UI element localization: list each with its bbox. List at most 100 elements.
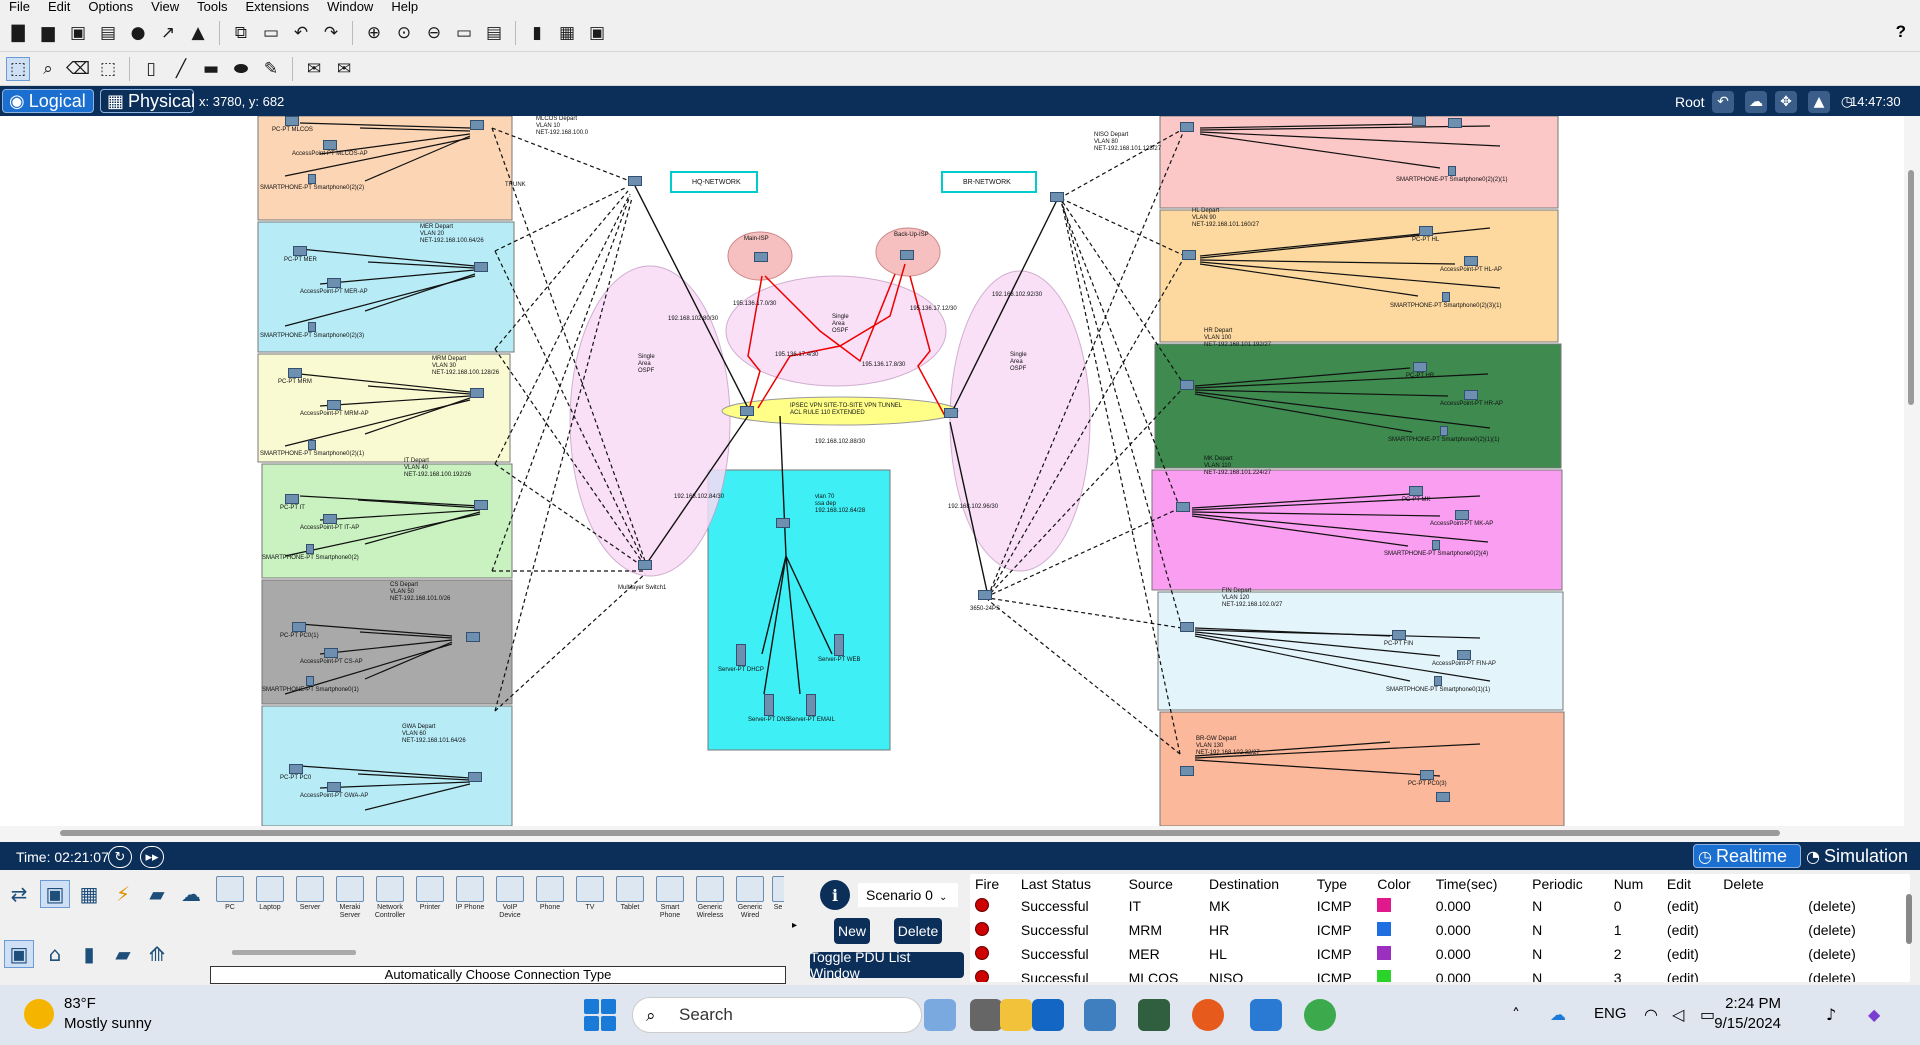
tab-physical[interactable]: ▦ Physical: [100, 89, 195, 113]
br-dept-0-phone[interactable]: SMARTPHONE-PT Smartphone0(2)(2)(1): [1396, 166, 1507, 184]
zoom-reset-icon[interactable]: ⊙: [392, 21, 416, 45]
br-dept-0-switch[interactable]: [1180, 122, 1194, 133]
ellipse-icon[interactable]: ⬬: [229, 57, 253, 81]
print-icon[interactable]: ▤: [96, 21, 120, 45]
weather-sun-icon[interactable]: [24, 999, 54, 1029]
industrial-subcategory-icon[interactable]: ▰: [108, 940, 138, 968]
menu-extensions[interactable]: Extensions: [236, 0, 318, 13]
file-explorer-icon[interactable]: [924, 999, 956, 1031]
device-phone[interactable]: Phone: [532, 876, 568, 918]
vertical-scroll-thumb[interactable]: [1908, 170, 1914, 405]
device-printer[interactable]: Printer: [412, 876, 448, 918]
inspect-icon[interactable]: ⌕: [36, 57, 60, 81]
device-generic-wireless[interactable]: Generic Wireless: [692, 876, 728, 919]
hq-dept-1-ap[interactable]: AccessPoint-PT MER-AP: [300, 278, 368, 296]
activity-wizard-icon[interactable]: ▲: [186, 21, 210, 45]
power-cycle-icon[interactable]: ↻: [108, 846, 132, 868]
pdu-edit-link[interactable]: (edit): [1662, 966, 1718, 982]
device-voip[interactable]: VoIP Device: [492, 876, 528, 919]
backup-isp-router[interactable]: [900, 250, 914, 261]
cluster-icon[interactable]: ▦: [555, 21, 579, 45]
fire-icon[interactable]: [975, 921, 989, 936]
line-icon[interactable]: ╱: [169, 57, 193, 81]
zoom-in-icon[interactable]: ⊕: [362, 21, 386, 45]
new-icon[interactable]: ▇: [6, 21, 30, 45]
hq-dept-0-switch[interactable]: [470, 120, 484, 131]
info-icon[interactable]: ●: [126, 21, 150, 45]
menu-view[interactable]: View: [142, 0, 188, 13]
fire-icon[interactable]: [975, 897, 989, 912]
copilot-icon[interactable]: ◆: [1868, 1005, 1880, 1024]
hq-dept-4-pc[interactable]: PC-PT PC0(1): [280, 622, 319, 640]
table-row[interactable]: Successful MER HL ICMP 0.000 N 2 (edit) …: [970, 942, 1910, 966]
text-file-icon[interactable]: ▮: [525, 21, 549, 45]
scenario-new-button[interactable]: New: [834, 918, 870, 944]
end-devices-subcategory-icon[interactable]: ▣: [4, 940, 34, 968]
move-object-icon[interactable]: ✥: [1775, 91, 1797, 113]
menu-help[interactable]: Help: [382, 0, 427, 13]
complex-pdu-icon[interactable]: ✉: [332, 57, 356, 81]
network-wizard-icon[interactable]: ↗: [156, 21, 180, 45]
simple-pdu-icon[interactable]: ✉: [302, 57, 326, 81]
taskbar-date[interactable]: 9/15/2024: [1700, 1015, 1781, 1032]
hq-dept-2-switch[interactable]: [470, 388, 484, 399]
tab-logical[interactable]: ◉ Logical: [2, 89, 94, 113]
horizontal-scroll-thumb[interactable]: [60, 830, 1780, 836]
folder-icon[interactable]: [1000, 999, 1032, 1031]
br-dept-4-phone[interactable]: SMARTPHONE-PT Smartphone0(1)(1): [1386, 676, 1490, 694]
hq-dept-4-switch[interactable]: [466, 632, 480, 643]
realtime-button[interactable]: ◷ Realtime: [1693, 844, 1801, 868]
table-row[interactable]: Successful MRM HR ICMP 0.000 N 1 (edit) …: [970, 918, 1910, 942]
pdu-delete-link[interactable]: (delete): [1718, 894, 1910, 918]
br-dept-5-pc[interactable]: PC-PT PC0(3): [1408, 770, 1447, 788]
hq-dept-3-pc[interactable]: PC-PT IT: [280, 494, 305, 512]
hq-dept-0-ap[interactable]: AccessPoint-PT MLCOS-AP: [292, 140, 368, 158]
open-icon[interactable]: ▆: [36, 21, 60, 45]
zoom-out-icon[interactable]: ⊖: [422, 21, 446, 45]
table-row[interactable]: Successful IT MK ICMP 0.000 N 0 (edit) (…: [970, 894, 1910, 918]
weather-temperature[interactable]: 83°F: [64, 995, 96, 1012]
notepad-icon[interactable]: [1250, 999, 1282, 1031]
monitor-app-icon[interactable]: [1084, 999, 1116, 1031]
server-web[interactable]: Server-PT WEB: [818, 634, 861, 664]
pdu-edit-link[interactable]: (edit): [1662, 918, 1718, 942]
br-multilayer-switch-0[interactable]: [1050, 192, 1064, 203]
show-hidden-icons-icon[interactable]: ˄: [1512, 1005, 1520, 1024]
hq-multilayer-switch-0[interactable]: [628, 176, 642, 187]
hq-dept-3-ap[interactable]: AccessPoint-PT IT-AP: [300, 514, 359, 532]
hq-dept-2-phone[interactable]: SMARTPHONE-PT Smartphone0(2)(1): [260, 440, 364, 458]
hq-dept-3-phone[interactable]: SMARTPHONE-PT Smartphone0(2): [262, 544, 359, 562]
viewport-icon[interactable]: ▲: [1808, 91, 1830, 113]
simulation-button[interactable]: ◔ Simulation: [1806, 844, 1918, 868]
hq-dept-1-pc[interactable]: PC-PT MER: [284, 246, 317, 264]
br-dept-5-ap[interactable]: [1436, 792, 1450, 803]
end-devices-category-icon[interactable]: ▣: [40, 880, 70, 908]
device-laptop[interactable]: Laptop: [252, 876, 288, 918]
hq-dept-1-switch[interactable]: [474, 262, 488, 273]
device-sensor[interactable]: Se: [772, 876, 784, 918]
home-subcategory-icon[interactable]: ⌂: [40, 940, 70, 968]
input-language[interactable]: ENG: [1594, 1005, 1627, 1022]
menu-window[interactable]: Window: [318, 0, 382, 13]
scenario-select[interactable]: Scenario 0 ⌄: [858, 883, 958, 907]
br-dept-4-switch[interactable]: [1180, 622, 1194, 633]
logical-workspace[interactable]: HQ-NETWORK BR-NETWORK Main-ISP Back-Up-I…: [0, 116, 1910, 826]
scenario-info-icon[interactable]: i: [820, 880, 850, 910]
hq-dept-5-ap[interactable]: AccessPoint-PT GWA-AP: [300, 782, 368, 800]
volume-icon[interactable]: ◁: [1672, 1005, 1684, 1024]
server-dns[interactable]: Server-PT DNS: [748, 694, 790, 724]
screenshot-icon[interactable]: ▣: [585, 21, 609, 45]
pdu-edit-link[interactable]: (edit): [1662, 942, 1718, 966]
pdu-delete-link[interactable]: (delete): [1718, 942, 1910, 966]
br-dept-2-switch[interactable]: [1180, 380, 1194, 391]
fast-forward-icon[interactable]: ▸▸: [140, 846, 164, 868]
br-dept-2-ap[interactable]: AccessPoint-PT HR-AP: [1440, 390, 1503, 408]
notifications-icon[interactable]: ♪: [1826, 1005, 1836, 1024]
table-row[interactable]: Successful MLCOS NISO ICMP 0.000 N 3 (ed…: [970, 966, 1910, 982]
device-generic-wired[interactable]: Generic Wired: [732, 876, 768, 919]
drawing-palette-icon[interactable]: ▭: [452, 21, 476, 45]
br-multilayer-switch-1[interactable]: [978, 590, 992, 601]
collapse-arrow-icon[interactable]: ▸: [792, 920, 797, 931]
device-server[interactable]: Server: [292, 876, 328, 918]
hq-dept-5-switch[interactable]: [468, 772, 482, 783]
